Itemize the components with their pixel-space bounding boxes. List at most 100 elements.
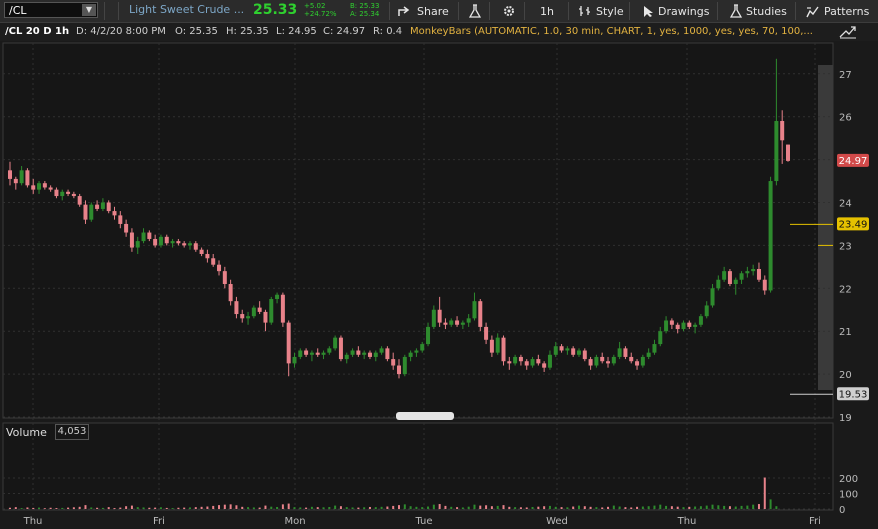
volume-bar xyxy=(119,507,122,509)
candle-body xyxy=(391,359,396,366)
candle-body xyxy=(513,356,518,364)
drag-handle xyxy=(396,412,454,420)
candle-body xyxy=(385,348,390,360)
candle-body xyxy=(484,326,489,340)
divider xyxy=(795,2,796,20)
volume-bar xyxy=(618,506,621,509)
flask-button[interactable] xyxy=(469,0,481,22)
candle-body xyxy=(31,185,36,190)
candle-body xyxy=(733,279,738,285)
candle-body xyxy=(530,359,535,366)
candle-body xyxy=(704,305,709,317)
volume-bar xyxy=(398,505,400,509)
candle-body xyxy=(8,170,12,179)
candle-body xyxy=(414,350,419,353)
candle-body xyxy=(89,204,94,220)
volume-bar xyxy=(728,506,731,509)
volume-bar xyxy=(740,505,743,509)
patterns-icon xyxy=(806,6,819,17)
candle-body xyxy=(449,320,454,325)
volume-bar xyxy=(763,477,766,509)
volume-bar xyxy=(26,507,29,509)
volume-bar xyxy=(624,507,627,509)
candle-body xyxy=(617,348,622,357)
candle-body xyxy=(774,120,779,182)
studies-button[interactable]: Studies xyxy=(730,0,787,22)
volume-bar xyxy=(96,507,99,509)
candle-body xyxy=(710,288,715,306)
candle-body xyxy=(640,356,645,366)
candle-body xyxy=(263,311,268,323)
candle-body xyxy=(292,356,297,364)
divider xyxy=(489,2,490,20)
volume-bar xyxy=(705,505,708,509)
volume-bar xyxy=(537,506,540,509)
candle-body xyxy=(321,352,326,355)
expand-chart-icon[interactable] xyxy=(839,25,857,39)
candle-body xyxy=(158,236,163,246)
candle-body xyxy=(466,318,471,323)
volume-bar xyxy=(252,507,255,509)
volume-bar xyxy=(299,507,302,509)
volume-bar xyxy=(734,506,737,509)
candle-body xyxy=(141,232,146,242)
study-label[interactable]: MonkeyBars (AUTOMATIC, 1.0, 30 min, CHAR… xyxy=(410,26,813,37)
percent-change: +24.72% xyxy=(304,10,337,18)
bar-close: C: 24.97 xyxy=(323,26,366,37)
ask-price: A: 25.34 xyxy=(350,10,380,18)
symbol-input[interactable]: /CL ▼ xyxy=(4,2,98,18)
candle-body xyxy=(431,309,436,327)
volume-bar xyxy=(235,505,238,509)
patterns-label: Patterns xyxy=(824,4,870,18)
volume-bar xyxy=(148,507,151,509)
candle-body xyxy=(379,348,384,353)
candle-body xyxy=(635,361,640,366)
volume-bar xyxy=(595,507,598,509)
bar-low: L: 24.95 xyxy=(276,26,317,37)
candle-body xyxy=(95,204,100,209)
timeframe-button[interactable]: 1h xyxy=(540,0,554,22)
share-button[interactable]: Share xyxy=(398,0,449,22)
volume-bar xyxy=(67,507,70,509)
candle-body xyxy=(362,352,367,355)
symbol-dropdown-icon[interactable]: ▼ xyxy=(82,4,96,16)
volume-bar xyxy=(101,507,104,509)
candle-body xyxy=(367,352,372,357)
candle-body xyxy=(153,238,158,246)
style-button[interactable]: Style xyxy=(578,0,624,22)
patterns-button[interactable]: Patterns xyxy=(806,0,869,22)
flask-icon xyxy=(469,4,481,18)
volume-bar xyxy=(322,507,325,509)
volume-bar xyxy=(328,506,331,509)
volume-bar xyxy=(659,504,662,509)
volume-bar xyxy=(357,507,360,509)
candle-body xyxy=(594,356,599,366)
symbol-description[interactable]: Light Sweet Crude ... xyxy=(129,3,244,16)
price-chart[interactable]: 192021222324252627ThuFriMonTueWedThuFri0… xyxy=(0,42,878,529)
time-tick-label: Fri xyxy=(153,516,165,527)
bar-range: R: 0.4 xyxy=(373,26,403,37)
volume-bar xyxy=(113,508,116,509)
chart-title: /CL 20 D 1h xyxy=(5,26,70,37)
candle-body xyxy=(559,346,564,351)
candle-body xyxy=(327,348,332,353)
volume-bar xyxy=(165,507,168,509)
volume-bar xyxy=(688,506,691,509)
candle-body xyxy=(129,232,134,248)
volume-bar xyxy=(601,507,604,509)
candle-body xyxy=(408,352,413,357)
candle-body xyxy=(124,223,129,233)
candle-body xyxy=(222,271,227,285)
drawings-button[interactable]: Drawings xyxy=(643,0,709,22)
volume-bar xyxy=(270,506,273,509)
candle-body xyxy=(344,354,349,360)
candle-body xyxy=(553,346,558,355)
candle-body xyxy=(681,322,686,330)
candle-body xyxy=(187,243,192,246)
settings-button[interactable] xyxy=(502,0,516,22)
candle-body xyxy=(518,356,523,362)
time-tick-label: Wed xyxy=(546,516,568,527)
candle-body xyxy=(664,320,669,332)
volume-bar xyxy=(200,506,203,509)
volume-bar xyxy=(32,507,35,509)
